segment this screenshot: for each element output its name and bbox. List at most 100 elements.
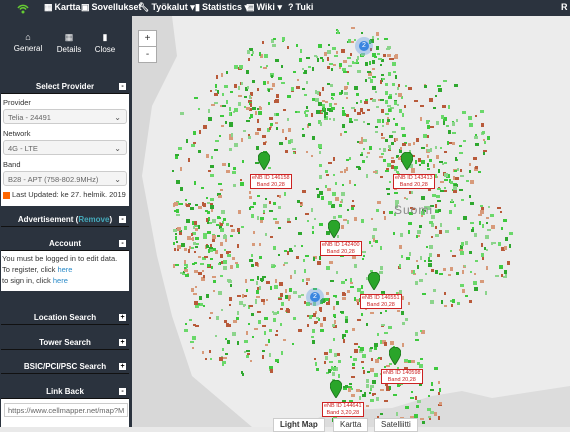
- register-link[interactable]: here: [57, 265, 72, 274]
- coverage-cell: [344, 92, 348, 95]
- tower-label[interactable]: eNB ID 143413 Band 20,28: [393, 174, 435, 189]
- collapse-icon[interactable]: -: [119, 388, 126, 395]
- link-back-header[interactable]: Link Back -: [1, 385, 129, 399]
- coverage-cell: [345, 86, 348, 89]
- coverage-cell: [327, 83, 330, 85]
- tower-marker-icon[interactable]: [257, 151, 271, 171]
- tower-marker-icon[interactable]: [367, 271, 381, 291]
- map-canvas[interactable]: Suomi: [132, 16, 570, 427]
- nav-apps[interactable]: ▣ Sovellukset: [81, 2, 142, 13]
- link-back-url-field[interactable]: https://www.cellmapper.net/map?M: [4, 403, 128, 417]
- cellmapper-logo-icon[interactable]: [16, 1, 30, 15]
- nav-wiki[interactable]: ▤ Wiki ▾: [246, 2, 282, 13]
- tower-marker-icon[interactable]: [329, 379, 343, 399]
- coverage-cell: [373, 171, 377, 173]
- coverage-cell: [396, 412, 398, 416]
- zoom-in-button[interactable]: +: [138, 30, 157, 47]
- coverage-cell: [268, 89, 270, 92]
- map-type-map[interactable]: Kartta: [333, 418, 369, 432]
- coverage-cell: [354, 86, 358, 90]
- coverage-cell: [270, 369, 273, 373]
- location-search-header[interactable]: Location Search +: [1, 311, 129, 325]
- sidebar-tabs: ⌂ General ▦ Details ▮ Close: [0, 16, 132, 80]
- collapse-icon[interactable]: -: [119, 216, 126, 223]
- remove-ad-link[interactable]: Remove: [78, 215, 109, 224]
- coverage-cell: [251, 264, 254, 267]
- map-type-light[interactable]: Light Map: [273, 418, 325, 432]
- coverage-cell: [420, 330, 422, 332]
- bsic-search-header[interactable]: BSIC/PCI/PSC Search +: [1, 360, 129, 374]
- zoom-out-button[interactable]: -: [138, 46, 157, 63]
- expand-icon[interactable]: +: [119, 363, 126, 370]
- sign-in-link[interactable]: here: [53, 276, 68, 285]
- coverage-cell: [203, 305, 205, 307]
- coverage-cell: [435, 204, 437, 208]
- coverage-cell: [408, 302, 410, 305]
- coverage-cell: [318, 144, 322, 148]
- select-provider-header[interactable]: Select Provider -: [1, 80, 129, 94]
- coverage-cell: [339, 67, 341, 69]
- coverage-cell: [327, 188, 331, 191]
- account-header[interactable]: Account -: [1, 237, 129, 251]
- tower-marker-icon[interactable]: [327, 219, 341, 239]
- coverage-cell: [252, 336, 254, 338]
- nav-statistics[interactable]: ▮ Statistics ▾: [195, 2, 249, 13]
- nav-map[interactable]: ▦ Kartta: [44, 2, 81, 13]
- network-select[interactable]: 4G - LTE ⌄: [3, 140, 127, 155]
- collapse-icon[interactable]: -: [119, 83, 126, 90]
- cluster-marker[interactable]: 2: [355, 37, 373, 55]
- cluster-marker[interactable]: 2: [306, 288, 324, 306]
- coverage-cell: [368, 77, 371, 79]
- coverage-cell: [461, 242, 464, 246]
- tab-general[interactable]: ⌂ General: [6, 32, 50, 53]
- coverage-cell: [332, 98, 334, 100]
- nav-help[interactable]: ? Tuki: [288, 2, 313, 12]
- expand-icon[interactable]: +: [119, 339, 126, 346]
- coverage-cell: [278, 206, 281, 209]
- coverage-cell: [336, 51, 338, 54]
- band-select[interactable]: B28 - APT (758-802.9MHz) ⌄: [3, 171, 127, 186]
- coverage-cell: [460, 175, 464, 177]
- expand-icon[interactable]: +: [119, 314, 126, 321]
- tower-label[interactable]: eNB ID 146158 Band 20,28: [250, 174, 292, 189]
- coverage-cell: [221, 309, 223, 311]
- coverage-cell: [248, 136, 251, 139]
- advertisement-header[interactable]: Advertisement (Remove) -: [1, 213, 129, 227]
- coverage-cell: [297, 200, 300, 203]
- coverage-cell: [380, 64, 382, 66]
- coverage-cell: [444, 179, 448, 181]
- tower-label[interactable]: eNB ID 142400 Band 20,28: [320, 241, 362, 256]
- coverage-cell: [431, 236, 433, 238]
- nav-tools[interactable]: 🔧︎ Työkalut ▾: [138, 2, 195, 13]
- coverage-cell: [374, 373, 378, 377]
- tower-marker-icon[interactable]: [400, 151, 414, 171]
- rss-icon[interactable]: [3, 191, 10, 199]
- coverage-cell: [330, 84, 333, 87]
- coverage-cell: [321, 196, 324, 200]
- coverage-cell: [257, 195, 260, 197]
- coverage-cell: [394, 192, 398, 194]
- tower-label[interactable]: eNB ID 140598 Band 20,28: [381, 369, 423, 384]
- tower-label[interactable]: eNB ID 144641 Band 3,20,28: [322, 402, 364, 417]
- coverage-cell: [251, 214, 254, 218]
- collapse-icon[interactable]: -: [119, 240, 126, 247]
- tab-close[interactable]: ▮ Close: [83, 32, 127, 54]
- coverage-cell: [470, 180, 474, 184]
- coverage-cell: [423, 134, 427, 138]
- coverage-cell: [278, 77, 282, 80]
- coverage-cell: [400, 147, 402, 150]
- coverage-cell: [380, 246, 382, 250]
- provider-select[interactable]: Telia - 24491 ⌄: [3, 109, 127, 124]
- coverage-cell: [317, 261, 321, 265]
- user-menu[interactable]: R: [561, 2, 568, 12]
- tower-label[interactable]: eNB ID 146551 Band 20,28: [360, 294, 402, 309]
- coverage-cell: [224, 85, 228, 88]
- tower-marker-icon[interactable]: [388, 346, 402, 366]
- coverage-cell: [402, 343, 404, 347]
- map-type-satellite[interactable]: Satelliitti: [374, 418, 418, 432]
- coverage-cell: [399, 245, 402, 249]
- coverage-cell: [366, 156, 368, 158]
- coverage-cell: [292, 148, 296, 150]
- coverage-cell: [370, 385, 374, 388]
- tower-search-header[interactable]: Tower Search +: [1, 336, 129, 350]
